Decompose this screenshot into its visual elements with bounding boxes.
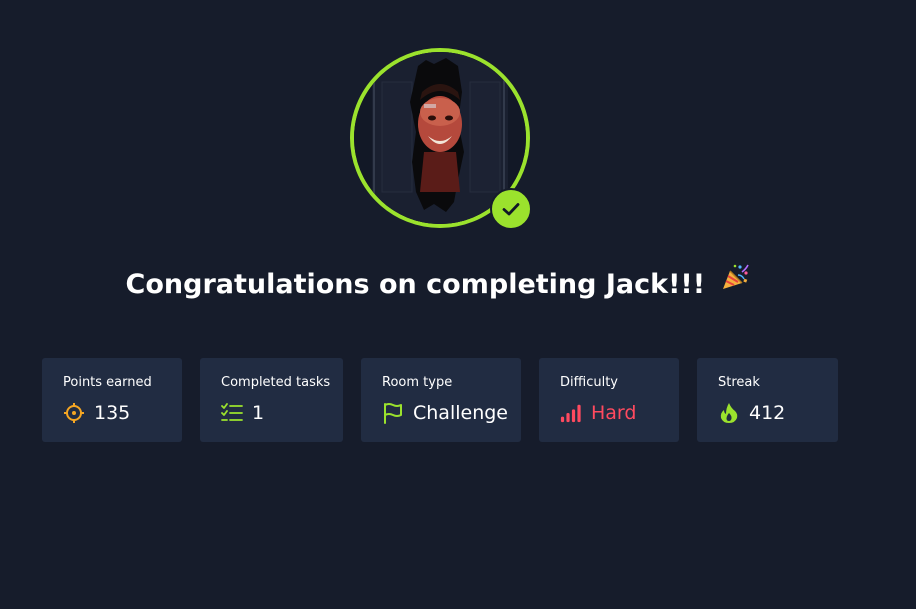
stat-label: Streak (718, 375, 760, 390)
check-icon (490, 188, 532, 230)
stat-room-type: Room type Challenge (361, 358, 521, 442)
stat-streak: Streak 412 (697, 358, 838, 442)
target-icon (63, 402, 85, 424)
stat-label: Difficulty (560, 375, 618, 390)
stat-label: Points earned (63, 375, 152, 390)
party-popper-icon (720, 263, 750, 303)
stat-value: Challenge (413, 402, 508, 424)
signal-bars-icon (560, 402, 582, 424)
stat-points-earned: Points earned 135 (42, 358, 182, 442)
completion-headline: Congratulations on completing Jack!!! (0, 263, 876, 306)
stat-value: Hard (591, 402, 637, 424)
stat-value: 412 (749, 402, 786, 424)
stat-difficulty: Difficulty Hard (539, 358, 679, 442)
flag-icon (382, 402, 404, 424)
stat-completed-tasks: Completed tasks 1 (200, 358, 343, 442)
flame-icon (718, 402, 740, 424)
stat-label: Completed tasks (221, 375, 331, 390)
stat-value: 135 (94, 402, 131, 424)
stat-value: 1 (252, 402, 265, 424)
room-avatar (350, 48, 532, 230)
checklist-icon (221, 402, 243, 424)
stat-label: Room type (382, 375, 453, 390)
headline-text: Congratulations on completing Jack!!! (125, 269, 706, 300)
